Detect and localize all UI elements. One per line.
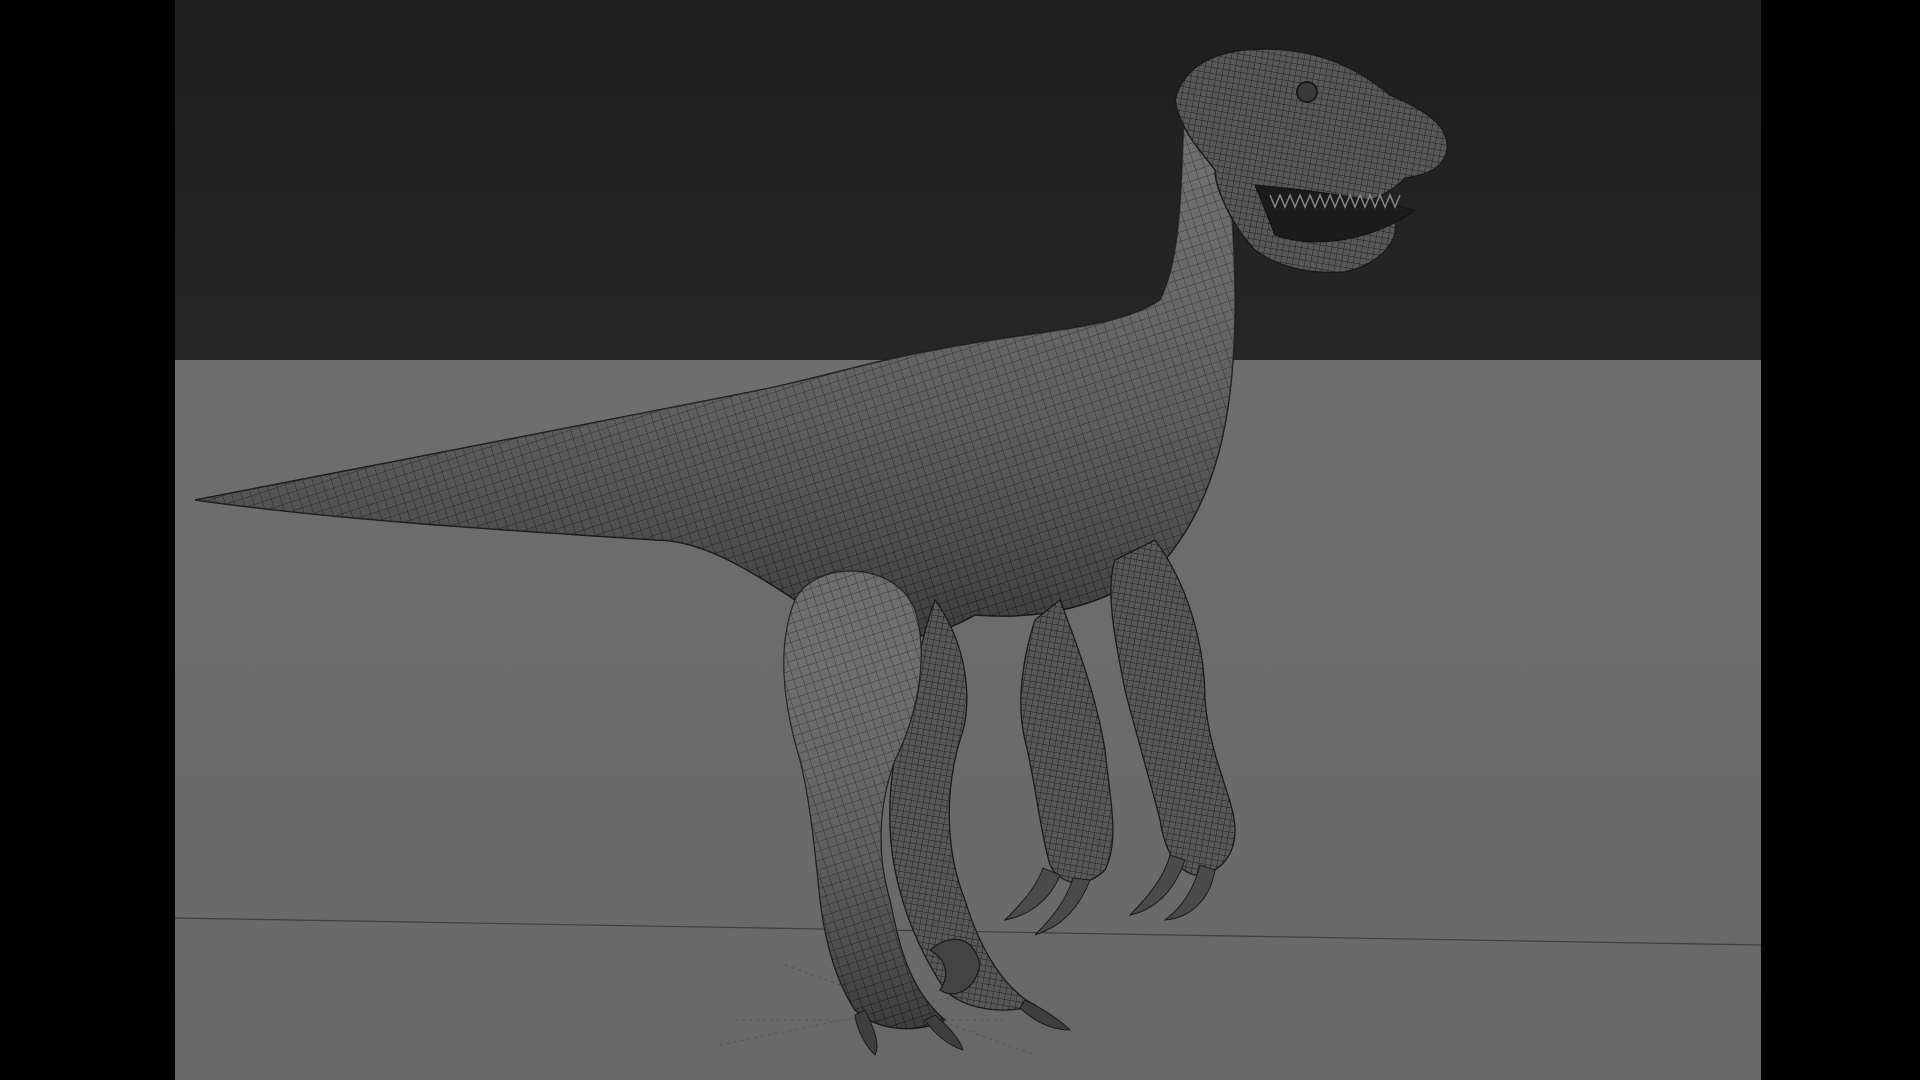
letterbox-right — [1761, 0, 1920, 1080]
model-foot-claw-3 — [1019, 999, 1072, 1031]
model-arm-right — [1110, 539, 1236, 876]
model-claw-left-1 — [1003, 867, 1061, 921]
model-arm-left — [1020, 598, 1114, 884]
dinosaur-model-icon[interactable] — [194, 48, 1448, 1056]
model-eye — [1296, 81, 1318, 103]
model-claw-right-1 — [1128, 854, 1186, 916]
scene-canvas[interactable] — [175, 0, 1761, 1080]
letterbox-left — [0, 0, 175, 1080]
3d-viewport[interactable] — [175, 0, 1761, 1080]
